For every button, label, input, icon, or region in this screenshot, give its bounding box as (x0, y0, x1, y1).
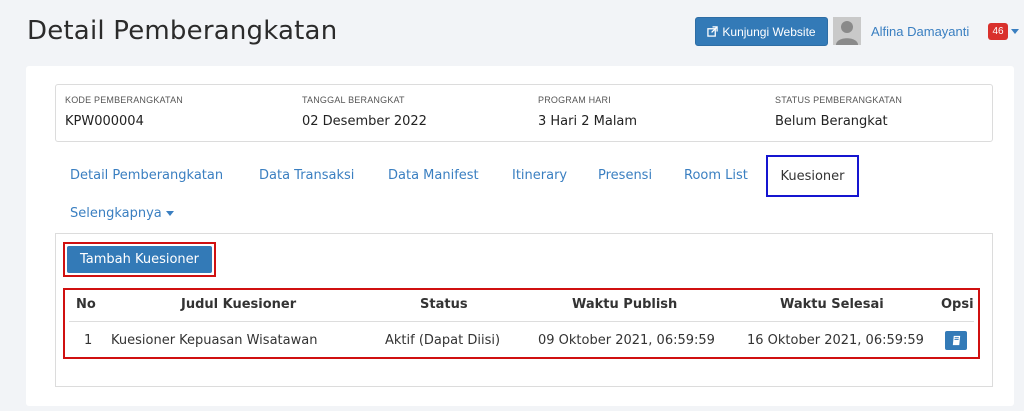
header-divider (69, 321, 974, 322)
book-icon (952, 335, 960, 346)
info-kode: KODE PEMBERANGKATAN KPW000004 (65, 95, 183, 129)
questionnaire-table: No Judul Kuesioner Status Waktu Publish … (63, 288, 980, 359)
tab-room-list[interactable]: Room List (684, 168, 748, 183)
info-value: 02 Desember 2022 (302, 114, 427, 129)
caret-down-icon (165, 211, 174, 216)
cell-title: Kuesioner Kepuasan Wisatawan (111, 333, 318, 348)
column-header-no: No (76, 297, 96, 312)
view-detail-button[interactable] (945, 331, 967, 350)
info-program: PROGRAM HARI 3 Hari 2 Malam (538, 95, 637, 129)
notification-badge: 46 (988, 23, 1008, 40)
cell-status: Aktif (Dapat Diisi) (385, 333, 501, 348)
chevron-down-icon[interactable] (1011, 29, 1019, 34)
visit-website-button[interactable]: Kunjungi Website (695, 17, 828, 46)
info-label: STATUS PEMBERANGKATAN (775, 95, 903, 105)
user-name-link[interactable]: Alfina Damayanti (871, 24, 969, 39)
column-header-end: Waktu Selesai (780, 297, 884, 312)
tab-selengkapnya[interactable]: Selengkapnya (70, 206, 174, 221)
info-label: PROGRAM HARI (538, 95, 611, 105)
add-questionnaire-button[interactable]: Tambah Kuesioner (67, 246, 212, 273)
tab-kuesioner[interactable]: Kuesioner (766, 155, 859, 197)
info-value: Belum Berangkat (775, 114, 888, 129)
info-value: KPW000004 (65, 114, 144, 129)
tab-data-manifest[interactable]: Data Manifest (388, 168, 479, 183)
departure-info-box: KODE PEMBERANGKATAN KPW000004 TANGGAL BE… (55, 84, 993, 142)
info-label: KODE PEMBERANGKATAN (65, 95, 183, 105)
add-button-highlight: Tambah Kuesioner (63, 242, 216, 277)
cell-end: 16 Oktober 2021, 06:59:59 (747, 333, 924, 348)
avatar[interactable] (833, 17, 861, 45)
user-silhouette-icon (833, 17, 861, 45)
tab-presensi[interactable]: Presensi (598, 168, 652, 183)
column-header-status: Status (420, 297, 468, 312)
info-tanggal: TANGGAL BERANGKAT 02 Desember 2022 (302, 95, 427, 129)
column-header-publish: Waktu Publish (572, 297, 678, 312)
tab-detail-pemberangkatan[interactable]: Detail Pemberangkatan (70, 168, 223, 183)
info-status: STATUS PEMBERANGKATAN Belum Berangkat (775, 95, 902, 129)
column-header-options: Opsi (941, 297, 974, 312)
info-label: TANGGAL BERANGKAT (302, 95, 405, 105)
tab-data-transaksi[interactable]: Data Transaksi (259, 168, 354, 183)
column-header-title: Judul Kuesioner (181, 297, 297, 312)
cell-publish: 09 Oktober 2021, 06:59:59 (538, 333, 715, 348)
cell-no: 1 (84, 333, 93, 348)
page-title: Detail Pemberangkatan (27, 16, 338, 46)
external-link-icon (707, 26, 719, 37)
tab-selengkapnya-label: Selengkapnya (70, 206, 162, 221)
info-value: 3 Hari 2 Malam (538, 114, 638, 129)
visit-website-label: Kunjungi Website (722, 24, 816, 39)
tab-itinerary[interactable]: Itinerary (512, 168, 567, 183)
